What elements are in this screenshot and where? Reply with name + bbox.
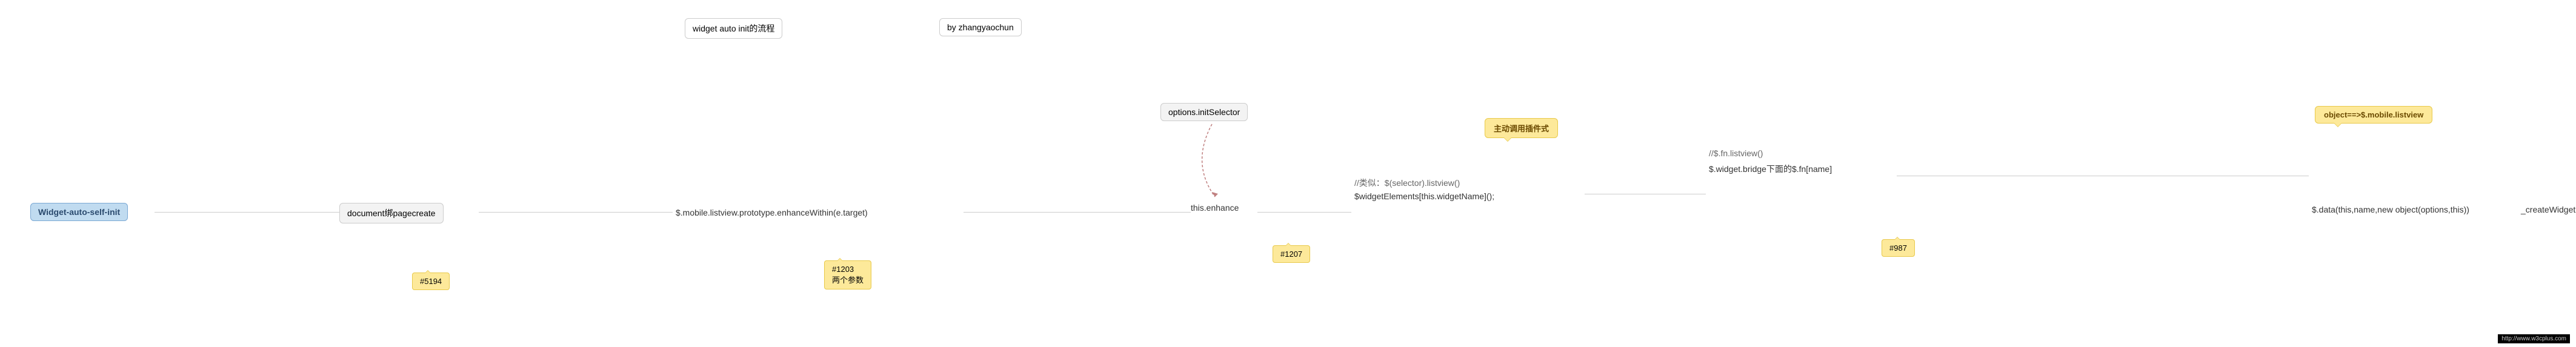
connector-1	[155, 212, 339, 213]
author-box: by zhangyaochun	[939, 18, 1022, 36]
root-node: Widget-auto-self-init	[30, 203, 128, 221]
connector-4	[1257, 212, 1351, 213]
connector-2	[479, 212, 673, 213]
speech-plugin: 主动调用插件式	[1485, 118, 1558, 138]
note-5194: #5194	[412, 273, 450, 290]
node-pagecreate: document绑pagecreate	[339, 203, 444, 223]
author-text: by zhangyaochun	[947, 22, 1014, 32]
speech-object: object==>$.mobile.listview	[2315, 106, 2432, 124]
node-bridge: $.widget.bridge下面的$.fn[name]	[1709, 163, 1832, 175]
node-data-call: $.data(this,name,new object(options,this…	[2312, 205, 2469, 214]
title-box: widget auto init的流程	[685, 18, 782, 39]
note-987: #987	[1882, 239, 1915, 257]
node-bridge-comment: //$.fn.listview()	[1709, 148, 1763, 158]
node-initselector: options.initSelector	[1160, 103, 1248, 121]
node-widget-comment: //类似：$(selector).listview()	[1354, 177, 1460, 189]
root-text: Widget-auto-self-init	[38, 207, 120, 217]
node-enhance: this.enhance	[1191, 203, 1239, 213]
title-text: widget auto init的流程	[693, 24, 774, 33]
node-createwidget: _createWidget	[2521, 205, 2575, 214]
note-1207: #1207	[1273, 245, 1310, 263]
node-enhancewithin: $.mobile.listview.prototype.enhanceWithi…	[676, 208, 868, 217]
pagecreate-text: document绑pagecreate	[347, 208, 436, 218]
node-widget-call: $widgetElements[this.widgetName]();	[1354, 191, 1494, 201]
dashed-arrow	[1194, 124, 1248, 203]
connector-3	[964, 212, 1191, 213]
source-url: http://www.w3cplus.com	[2498, 334, 2570, 343]
note-1203: #1203两个参数	[824, 260, 871, 289]
